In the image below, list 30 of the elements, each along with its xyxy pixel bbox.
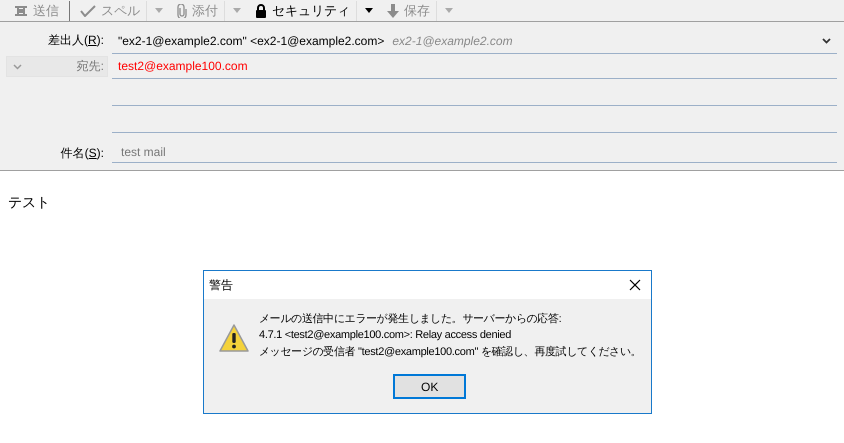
message-line: メールの送信中にエラーが発生しました。サーバーからの応答:	[259, 312, 562, 326]
field-label: 差出人(R):	[46, 32, 105, 49]
chevron-icon[interactable]	[822, 38, 831, 44]
message-line: 4.7.1 <test2@example100.com>: Relay access denied	[259, 329, 512, 341]
field-label: 宛先:	[76, 58, 104, 75]
down-arrow-icon	[387, 4, 399, 18]
message-text: テスト	[8, 194, 50, 210]
message-line: メッセージの受信者 "test2@example100.com" を確認し、再度試してください。	[259, 344, 642, 359]
toolbar-button[interactable]: セキュリティ	[249, 0, 356, 20]
identity-hint: ex2-1@example2.com	[392, 34, 513, 48]
recipient-address: test2@example100.com	[118, 59, 248, 73]
sender-address: "ex2-1@example2.com" <ex2-1@example2.com>	[118, 34, 384, 48]
send-icon	[14, 4, 28, 16]
caret-icon	[233, 8, 241, 13]
field-label: 件名(S):	[60, 145, 105, 162]
checkmark-icon	[80, 4, 96, 16]
chevron-icon	[13, 64, 22, 70]
caret-icon	[365, 8, 373, 13]
recipient-type-selector[interactable]: 宛先:	[6, 56, 108, 77]
sender-field[interactable]: "ex2-1@example2.com" <ex2-1@example2.com> ex2-1@example2.com	[112, 29, 837, 54]
caret-icon	[445, 8, 453, 13]
paperclip-icon	[177, 4, 187, 18]
caret-icon	[155, 8, 163, 13]
dialog-title: 警告	[209, 276, 233, 294]
close-icon[interactable]	[629, 279, 642, 291]
lock-icon	[255, 4, 267, 18]
subject-field[interactable]: test mail	[112, 142, 837, 163]
recipient-field[interactable]: test2@example100.com	[112, 54, 837, 79]
warning-icon	[218, 323, 250, 353]
ok-button[interactable]: OK	[393, 374, 466, 399]
